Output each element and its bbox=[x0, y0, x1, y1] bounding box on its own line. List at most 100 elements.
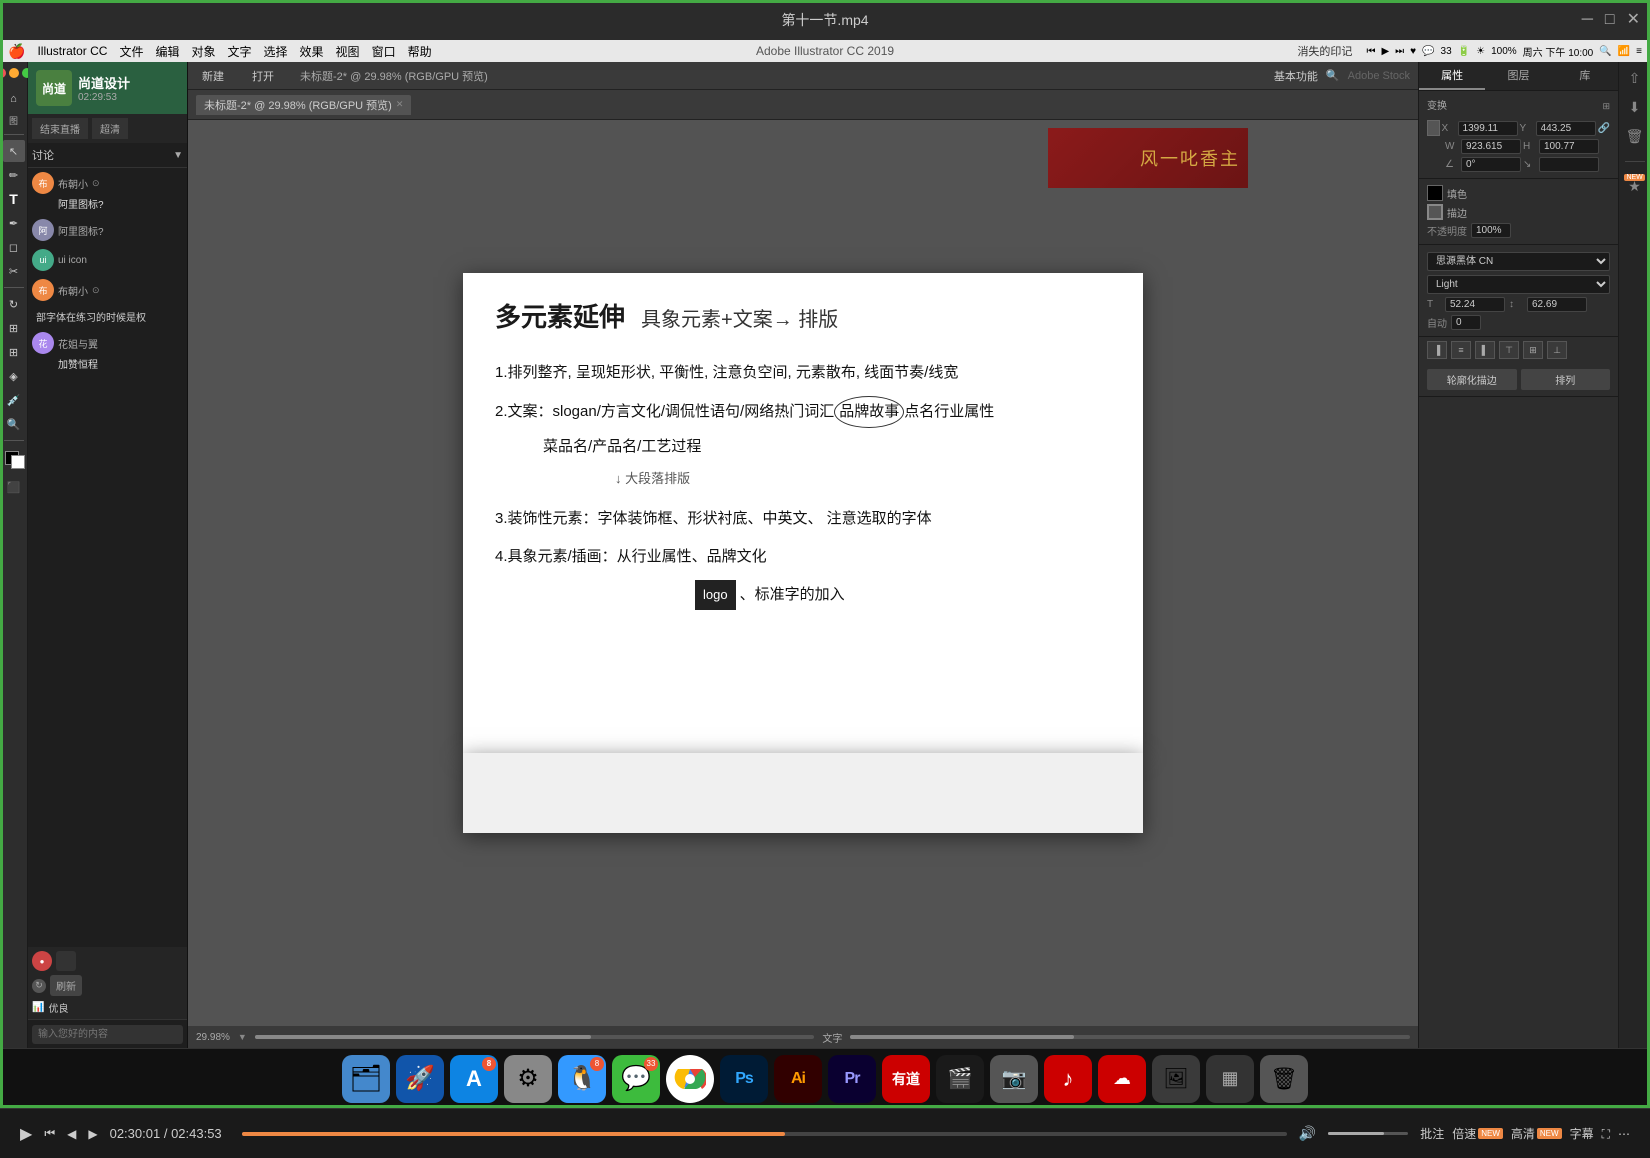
maximize-button[interactable]: □ bbox=[1605, 12, 1615, 28]
document-tab[interactable]: 未标题-2* @ 29.98% (RGB/GPU 预览) ✕ bbox=[196, 95, 411, 115]
media-control-prev[interactable]: ⏮ bbox=[1366, 46, 1375, 57]
dock-launchpad[interactable]: 🚀 bbox=[396, 1055, 444, 1103]
outline-button[interactable]: 轮廓化描边 bbox=[1427, 369, 1517, 390]
menu-window[interactable]: 窗口 bbox=[372, 43, 396, 60]
opacity-input[interactable] bbox=[1471, 223, 1511, 238]
x-input[interactable] bbox=[1458, 121, 1518, 136]
dock-tableplus[interactable]: ▦ bbox=[1206, 1055, 1254, 1103]
tab-layers[interactable]: 图层 bbox=[1485, 62, 1551, 90]
refresh-button[interactable]: 刷新 bbox=[50, 975, 82, 996]
arrange-button[interactable]: 排列 bbox=[1521, 369, 1611, 390]
zoom-tool[interactable]: 🔍 bbox=[3, 413, 25, 435]
scale-tool[interactable]: ⊞ bbox=[3, 317, 25, 339]
type-tool[interactable]: T bbox=[3, 188, 25, 210]
prev-frame-button[interactable]: ◀ bbox=[67, 1127, 76, 1141]
quality-btn[interactable]: 高清 NEW bbox=[1511, 1125, 1562, 1142]
home-icon[interactable]: ⌂ bbox=[3, 88, 25, 110]
share-icon[interactable]: ⇧ bbox=[1629, 70, 1641, 87]
fill-stroke-swatch[interactable] bbox=[3, 449, 25, 471]
search-icon[interactable]: 🔍 bbox=[1599, 46, 1611, 57]
canvas-scroll-bar[interactable] bbox=[255, 1035, 815, 1039]
dock-trash[interactable]: 🗑 bbox=[1260, 1055, 1308, 1103]
dock-imagecapture[interactable]: 📷 bbox=[990, 1055, 1038, 1103]
menu-edit[interactable]: 编辑 bbox=[155, 43, 179, 60]
delete-icon[interactable]: 🗑 bbox=[1626, 128, 1644, 145]
note-btn[interactable]: 批注 bbox=[1420, 1125, 1444, 1142]
dock-illustrator[interactable]: Ai bbox=[774, 1055, 822, 1103]
dock-imageviewer[interactable]: 🖼 bbox=[1152, 1055, 1200, 1103]
dock-cloud[interactable]: ☁ bbox=[1098, 1055, 1146, 1103]
captions-btn[interactable]: 字幕 bbox=[1570, 1125, 1594, 1143]
progress-bar[interactable] bbox=[242, 1132, 1287, 1136]
play-button[interactable]: ▶ bbox=[20, 1124, 32, 1144]
toolbar-new[interactable]: 新建 bbox=[196, 66, 230, 86]
y-input[interactable] bbox=[1536, 121, 1596, 136]
align-bottom[interactable]: ⊥ bbox=[1547, 341, 1567, 359]
dock-finder[interactable]: 🗂 bbox=[342, 1055, 390, 1103]
media-control-play[interactable]: ▶ bbox=[1381, 46, 1389, 57]
brush-tool[interactable]: ✒ bbox=[3, 212, 25, 234]
dock-appstore[interactable]: A 8 bbox=[450, 1055, 498, 1103]
menu-illustrator[interactable]: Illustrator CC bbox=[37, 44, 107, 58]
volume-icon[interactable]: 🔊 bbox=[1299, 1125, 1316, 1142]
dock-finalcut[interactable]: 🎬 bbox=[936, 1055, 984, 1103]
scissor-tool[interactable]: ✂ bbox=[3, 260, 25, 282]
dock-chrome[interactable] bbox=[666, 1055, 714, 1103]
refresh-icon[interactable]: ↻ bbox=[32, 979, 46, 993]
align-top[interactable]: ⊤ bbox=[1499, 341, 1519, 359]
dock-sysprefs[interactable]: ⚙ bbox=[504, 1055, 552, 1103]
mesh-tool[interactable]: ⊞ bbox=[3, 341, 25, 363]
align-left[interactable]: ▐ bbox=[1427, 341, 1447, 359]
canvas-scroll-area[interactable]: 风一叱香主 多元素延伸 具象元素+文案→ 排版 1.排列整齐, 呈现矩形状, 平… bbox=[188, 120, 1418, 1026]
fill-color-swatch[interactable] bbox=[1427, 185, 1443, 201]
menu-type[interactable]: 文字 bbox=[228, 43, 252, 60]
minimize-button[interactable]: ─ bbox=[1582, 12, 1593, 28]
pen-tool[interactable]: ✏ bbox=[3, 164, 25, 186]
minimize-traffic-light[interactable] bbox=[9, 68, 19, 78]
dock-wechat[interactable]: 💬 33 bbox=[612, 1055, 660, 1103]
fullscreen-btn[interactable]: ⛶ bbox=[1602, 1125, 1610, 1143]
align-right[interactable]: ▌ bbox=[1475, 341, 1495, 359]
angle-input[interactable] bbox=[1461, 157, 1521, 172]
speed-btn[interactable]: 倍速 NEW bbox=[1452, 1125, 1503, 1142]
stroke-color-swatch[interactable] bbox=[1427, 204, 1443, 220]
tab-close-icon[interactable]: ✕ bbox=[396, 99, 404, 110]
gradient-tool[interactable]: ◈ bbox=[3, 365, 25, 387]
close-traffic-light[interactable] bbox=[0, 68, 6, 78]
w-input[interactable] bbox=[1461, 139, 1521, 154]
menu-select[interactable]: 选择 bbox=[264, 43, 288, 60]
menu-view[interactable]: 视图 bbox=[336, 43, 360, 60]
rotate-tool[interactable]: ↻ bbox=[3, 293, 25, 315]
eyedrop-tool[interactable]: 💉 bbox=[3, 389, 25, 411]
reference-point[interactable] bbox=[1427, 120, 1440, 136]
prev-button[interactable]: ⏮ bbox=[44, 1126, 55, 1141]
tab-properties[interactable]: 属性 bbox=[1419, 62, 1485, 90]
align-center[interactable]: ≡ bbox=[1451, 341, 1471, 359]
dock-qq[interactable]: 🐧 8 bbox=[558, 1055, 606, 1103]
menu-object[interactable]: 对象 bbox=[191, 43, 215, 60]
media-control-next[interactable]: ⏭ bbox=[1395, 46, 1404, 57]
font-style-select[interactable]: Light bbox=[1427, 275, 1610, 294]
shear-input[interactable] bbox=[1539, 157, 1599, 172]
dock-youdao[interactable]: 有道 bbox=[882, 1055, 930, 1103]
next-frame-button[interactable]: ▶ bbox=[88, 1127, 97, 1141]
leading-input[interactable] bbox=[1527, 297, 1587, 312]
settings-icon[interactable]: ≡ bbox=[1636, 46, 1642, 57]
more-options-btn[interactable]: ⋯ bbox=[1618, 1125, 1630, 1143]
tracking-input[interactable] bbox=[1451, 315, 1481, 330]
dock-premiere[interactable]: Pr bbox=[828, 1055, 876, 1103]
fontsize-input[interactable] bbox=[1445, 297, 1505, 312]
ai-search-icon[interactable]: 🔍 bbox=[1326, 69, 1340, 82]
chat-input[interactable] bbox=[32, 1025, 183, 1044]
h-input[interactable] bbox=[1539, 139, 1599, 154]
dock-music[interactable]: ♪ bbox=[1044, 1055, 1092, 1103]
volume-bar[interactable] bbox=[1328, 1132, 1408, 1135]
star-icon[interactable]: ★ NEW bbox=[1628, 178, 1641, 195]
font-family-select[interactable]: 思源黑体 CN bbox=[1427, 252, 1610, 271]
align-middle[interactable]: ⊞ bbox=[1523, 341, 1543, 359]
close-button[interactable]: ✕ bbox=[1627, 12, 1640, 28]
dock-photoshop[interactable]: Ps bbox=[720, 1055, 768, 1103]
tab-libraries[interactable]: 库 bbox=[1552, 62, 1618, 90]
download-icon[interactable]: ⬇ bbox=[1629, 99, 1641, 116]
screen-mode[interactable]: ⬛ bbox=[3, 476, 25, 498]
